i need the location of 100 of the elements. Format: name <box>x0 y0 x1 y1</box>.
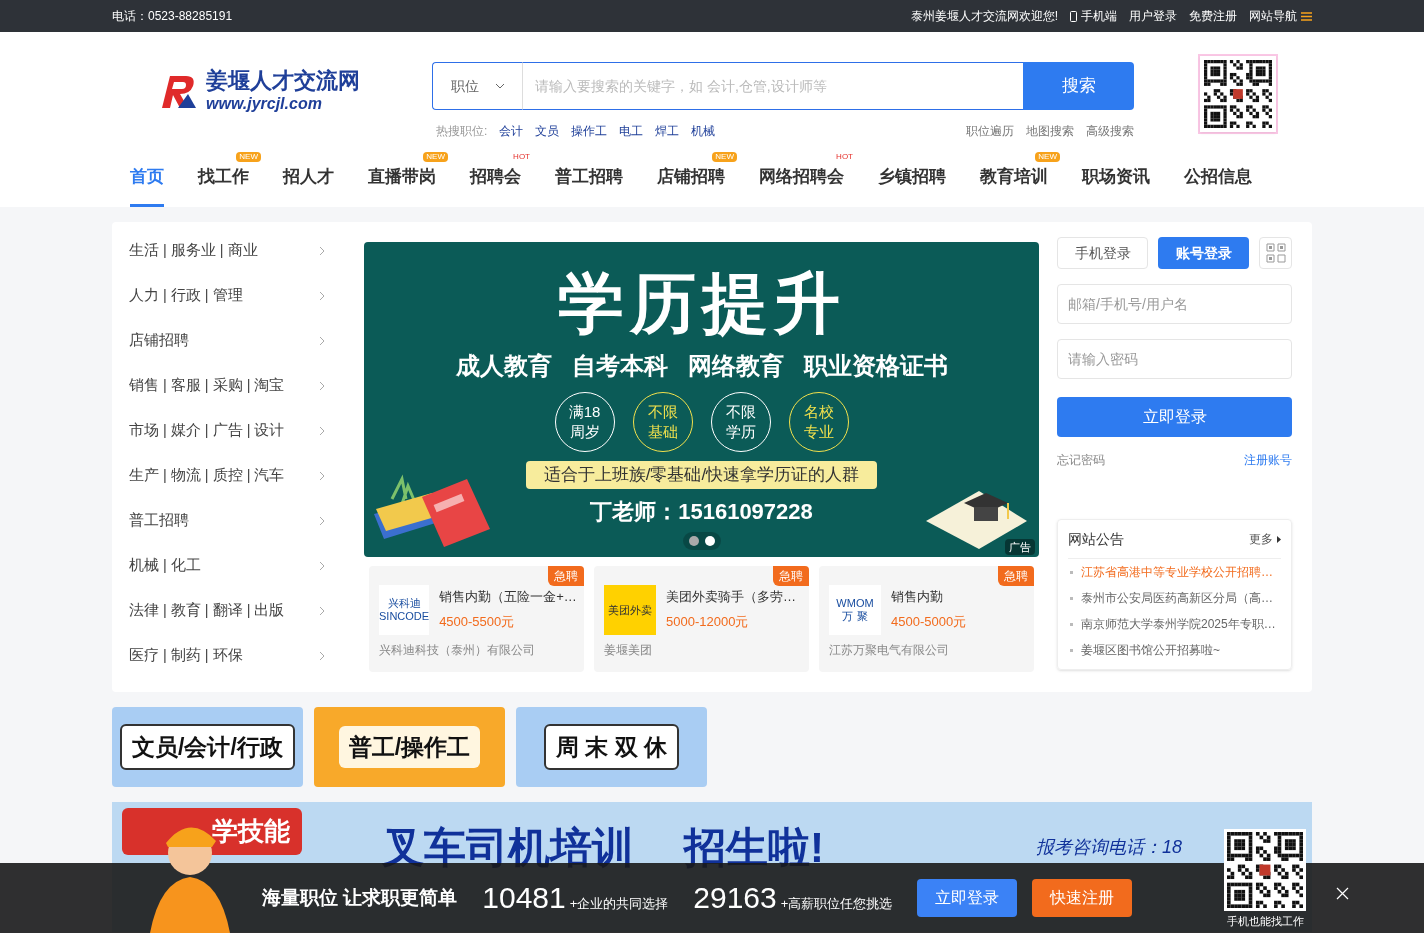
phone-number: 电话：0523-88285191 <box>112 8 233 25</box>
password-field[interactable]: 请输入密码 <box>1057 339 1292 379</box>
promo-tile[interactable]: 周 末 双 休 <box>516 707 707 787</box>
close-button[interactable] <box>1334 885 1350 901</box>
nav-tag: HOT <box>833 152 856 162</box>
category-link[interactable]: 法律 | 教育 | 翻译 | 出版 <box>129 588 325 633</box>
search-option-link[interactable]: 高级搜索 <box>1086 122 1134 140</box>
login-tab[interactable]: 手机登录 <box>1057 237 1148 269</box>
banner-subtitle: 成人教育 <box>455 351 552 381</box>
register-link[interactable]: 注册账号 <box>1244 451 1292 469</box>
category-link[interactable]: 人力 | 行政 | 管理 <box>129 273 325 318</box>
stat-number: 29163 <box>693 883 777 913</box>
job-title: 美团外卖骑手（多劳… <box>666 588 796 606</box>
promo-tile[interactable]: 普工/操作工 <box>314 707 505 787</box>
chevron-right-icon <box>319 380 325 391</box>
category-dropdown[interactable]: 职位 <box>432 62 522 110</box>
more-link[interactable]: 更多 <box>1249 530 1281 548</box>
hot-search-link[interactable]: 会计 <box>499 122 524 140</box>
category-link[interactable]: 店铺招聘 <box>129 318 325 363</box>
qr-code-icon <box>1265 243 1286 263</box>
top-link[interactable]: 用户登录 <box>1129 7 1177 25</box>
job-card[interactable]: 急聘 WMOM 万 聚 销售内勤 4500-5000元 江苏万聚电气有限公司 <box>819 566 1034 672</box>
category-link[interactable]: 生产 | 物流 | 质控 | 汽车 <box>129 453 325 498</box>
qr-login-button[interactable] <box>1259 237 1292 269</box>
nav-tab[interactable]: 公招信息 <box>1184 150 1252 207</box>
category-link[interactable]: 医疗 | 制药 | 环保 <box>129 633 325 678</box>
top-link[interactable]: 免费注册 <box>1189 7 1237 25</box>
promo-tile[interactable]: 文员/会计/行政 <box>112 707 303 787</box>
promo-text: 周 末 双 休 <box>543 723 680 771</box>
notice-item[interactable]: 姜堰区图书馆公开招募啦~ <box>1068 637 1281 663</box>
circle-text: 基础 <box>647 422 678 442</box>
search-option-link[interactable]: 地图搜索 <box>1026 122 1074 140</box>
category-link[interactable]: 销售 | 客服 | 采购 | 淘宝 <box>129 363 325 408</box>
nav-tab[interactable]: 招人才 <box>283 150 334 207</box>
job-salary: 4500-5500元 <box>439 612 516 631</box>
chevron-right-icon <box>319 650 325 661</box>
chevron-right-icon <box>319 470 325 481</box>
notice-item[interactable]: 泰州市公安局医药高新区分局（高… <box>1068 585 1281 611</box>
company-name: 兴科迪科技（泰州）有限公司 <box>379 642 536 659</box>
chevron-right-icon <box>319 290 325 301</box>
chevron-right-icon <box>319 605 325 616</box>
hot-search-label: 热搜职位: <box>436 123 488 140</box>
promo-text: 文员/会计/行政 <box>120 723 295 771</box>
search-button[interactable]: 搜索 <box>1023 62 1134 110</box>
top-link[interactable]: 网站导航 <box>1249 7 1312 25</box>
banner-subtitle: 网络教育 <box>687 351 784 381</box>
bullet-icon <box>1070 648 1073 652</box>
job-card[interactable]: 急聘 美团外卖 美团外卖骑手（多劳… 5000-12000元 姜堰美团 <box>594 566 809 672</box>
banner-headline: 招生啦! <box>684 823 824 873</box>
company-name: 姜堰美团 <box>604 642 653 659</box>
job-title: 销售内勤 <box>891 588 944 606</box>
hot-search-link[interactable]: 文员 <box>535 122 560 140</box>
bullet-icon <box>1070 622 1073 626</box>
category-link[interactable]: 机械 | 化工 <box>129 543 325 588</box>
banner-phone: 报考咨询电话：18 <box>1035 836 1182 859</box>
banner-title: 学历提升 <box>557 270 846 336</box>
hot-search-link[interactable]: 焊工 <box>655 122 680 140</box>
search-option-link[interactable]: 职位遍历 <box>966 122 1014 140</box>
urgent-badge: 急聘 <box>773 566 809 586</box>
hot-search-link[interactable]: 机械 <box>691 122 716 140</box>
nav-tag: NEW <box>423 152 448 162</box>
nav-tag: HOT <box>510 152 533 162</box>
nav-tab[interactable]: 首页 <box>130 150 164 207</box>
chevron-right-icon <box>319 425 325 436</box>
promo-text: 普工/操作工 <box>338 725 481 769</box>
login-tab[interactable]: 账号登录 <box>1158 237 1249 269</box>
job-card[interactable]: 急聘 兴科迪 SINCODE 销售内勤（五险一金+… 4500-5500元 兴科迪科技（泰州）有限公司 <box>369 566 584 672</box>
notice-item[interactable]: 南京师范大学泰州学院2025年专职… <box>1068 611 1281 637</box>
username-field[interactable]: 邮箱/手机号/用户名 <box>1057 284 1292 324</box>
circle-text: 专业 <box>803 422 834 442</box>
bullet-icon <box>1070 570 1073 574</box>
forgot-password-link[interactable]: 忘记密码 <box>1057 451 1105 469</box>
search-field[interactable]: 请输入要搜索的关键字，如 会计,仓管,设计师等 <box>522 62 1023 110</box>
banner-subtitle: 职业资格证书 <box>803 351 948 381</box>
nav-tag: NEW <box>712 152 737 162</box>
category-link[interactable]: 普工招聘 <box>129 498 325 543</box>
nav-tag: NEW <box>236 152 261 162</box>
login-button[interactable]: 立即登录 <box>1057 397 1292 437</box>
nav-tab[interactable]: 乡镇招聘 <box>878 150 946 207</box>
category-link[interactable]: 生活 | 服务业 | 商业 <box>129 228 325 273</box>
chevron-right-icon <box>319 245 325 256</box>
logo-text: 万 聚 <box>842 610 868 623</box>
phone-icon <box>1070 10 1077 22</box>
login-button[interactable]: 立即登录 <box>917 879 1018 917</box>
circle-text: 不限 <box>725 402 756 422</box>
nav-tag: NEW <box>1035 152 1060 162</box>
logo-text: 兴科迪 <box>387 597 421 610</box>
nav-tab[interactable]: 普工招聘 <box>555 150 623 207</box>
hot-search-link[interactable]: 操作工 <box>571 122 608 140</box>
logo-url: www.jyrcjl.com <box>206 96 323 112</box>
chevron-right-icon <box>319 335 325 346</box>
stat-label: +高薪职位任您挑选 <box>780 894 893 913</box>
nav-tab[interactable]: 职场资讯 <box>1082 150 1150 207</box>
hot-search-link[interactable]: 电工 <box>619 122 644 140</box>
category-link[interactable]: 市场 | 媒介 | 广告 | 设计 <box>129 408 325 453</box>
bullet-icon <box>1070 596 1073 600</box>
company-name: 江苏万聚电气有限公司 <box>829 642 950 659</box>
circle-text: 不限 <box>647 402 678 422</box>
logo-text: 美团外卖 <box>608 603 652 617</box>
top-link[interactable]: 手机端 <box>1070 7 1117 25</box>
